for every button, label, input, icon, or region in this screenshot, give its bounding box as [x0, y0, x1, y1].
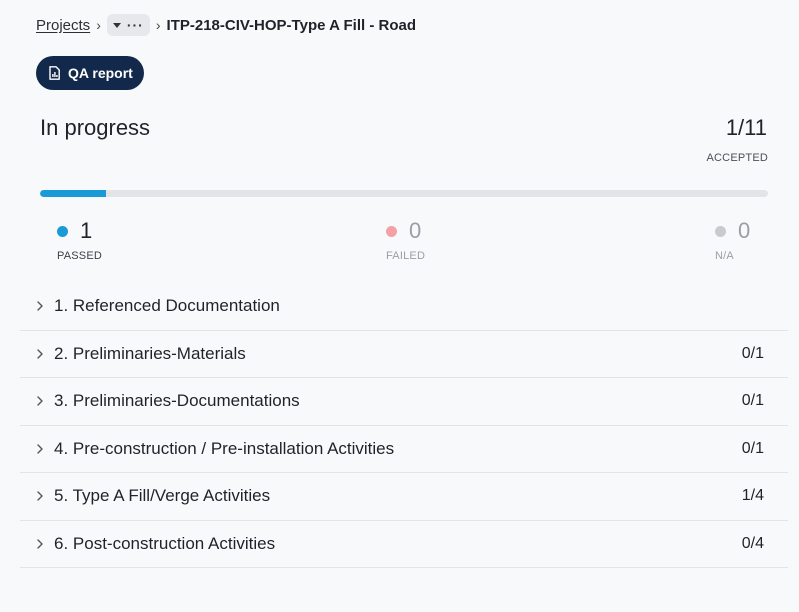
section-row[interactable]: 6. Post-construction Activities 0/4 — [20, 521, 788, 568]
failed-dot-icon — [386, 225, 397, 237]
chevron-right-icon — [35, 490, 45, 502]
progress-fill — [40, 190, 107, 197]
na-stat: 0 N/A — [715, 218, 795, 262]
breadcrumb-overflow-menu[interactable]: ··· — [106, 14, 150, 36]
section-row[interactable]: 3. Preliminaries-Documentations 0/1 — [20, 378, 788, 426]
passed-dot-icon — [57, 225, 68, 237]
section-row[interactable]: 1. Referenced Documentation — [20, 283, 788, 331]
section-count: 0/1 — [741, 392, 764, 410]
section-title: 5. Type A Fill/Verge Activities — [54, 486, 271, 506]
report-chart-icon — [48, 66, 61, 80]
section-title: 2. Preliminaries-Materials — [54, 343, 246, 363]
accepted-count: 1/11 — [725, 115, 767, 140]
section-title: 4. Pre-construction / Pre-installation A… — [54, 438, 395, 458]
section-count: 0/1 — [741, 439, 764, 457]
caret-down-icon — [112, 22, 121, 28]
section-list: 1. Referenced Documentation 2. Prelimina… — [20, 283, 788, 568]
chevron-right-icon — [35, 538, 45, 550]
na-label: N/A — [715, 250, 734, 262]
passed-count: 1 — [80, 218, 93, 243]
more-horizontal-icon: ··· — [126, 17, 144, 33]
section-count: 0/4 — [741, 534, 764, 552]
chevron-right-icon: › — [96, 17, 101, 33]
breadcrumb-current-page: ITP-218-CIV-HOP-Type A Fill - Road — [166, 16, 417, 34]
chevron-right-icon — [35, 300, 45, 312]
qa-report-label: QA report — [68, 65, 133, 81]
section-count: 0/1 — [741, 344, 764, 362]
failed-stat: 0 FAILED — [386, 218, 466, 262]
na-dot-icon — [715, 225, 726, 237]
section-row[interactable]: 5. Type A Fill/Verge Activities 1/4 — [20, 473, 788, 521]
section-title: 6. Post-construction Activities — [54, 533, 276, 553]
na-count: 0 — [738, 218, 751, 243]
chevron-right-icon — [35, 395, 45, 407]
status-title: In progress — [40, 115, 151, 140]
breadcrumb-projects-link[interactable]: Projects — [36, 17, 90, 34]
failed-label: FAILED — [386, 250, 426, 262]
inspection-page: Projects › ··· › ITP-218-CIV-HOP-Type A … — [20, 0, 788, 612]
breadcrumb: Projects › ··· › ITP-218-CIV-HOP-Type A … — [36, 13, 416, 37]
section-row[interactable]: 2. Preliminaries-Materials 0/1 — [20, 331, 788, 378]
passed-label: PASSED — [57, 250, 103, 262]
section-row[interactable]: 4. Pre-construction / Pre-installation A… — [20, 426, 788, 473]
section-count: 1/4 — [741, 487, 764, 505]
accepted-label: ACCEPTED — [706, 152, 768, 164]
passed-stat: 1 PASSED — [57, 218, 137, 262]
chevron-right-icon — [35, 348, 45, 360]
chevron-right-icon: › — [155, 17, 161, 33]
chevron-right-icon — [35, 443, 45, 455]
section-title: 1. Referenced Documentation — [54, 296, 280, 316]
section-title: 3. Preliminaries-Documentations — [54, 391, 300, 411]
progress-bar — [40, 190, 768, 197]
failed-count: 0 — [409, 218, 422, 243]
qa-report-button[interactable]: QA report — [36, 56, 144, 90]
